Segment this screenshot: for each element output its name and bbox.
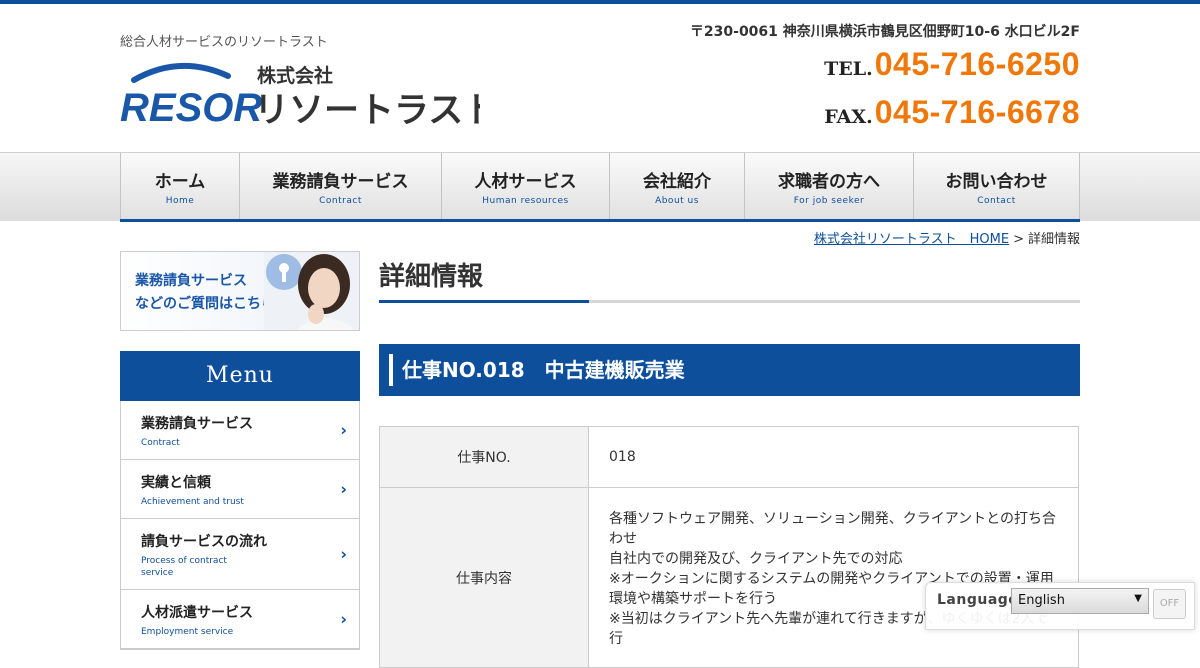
nav-job-seeker[interactable]: 求職者の方へ For job seeker <box>744 153 913 219</box>
nav-label: 人材サービス <box>474 171 577 192</box>
language-label: Language <box>937 592 1019 608</box>
nav-contract[interactable]: 業務請負サービス Contract <box>239 153 441 219</box>
nav-sublabel: For job seeker <box>793 195 865 206</box>
fax-number: FAX. 045-716-6678 <box>824 94 1080 131</box>
breadcrumb-separator: > <box>1013 232 1024 247</box>
nav-contact[interactable]: お問い合わせ Contact <box>913 153 1080 219</box>
company-address: 〒230-0061 神奈川県横浜市鶴見区佃野町10-6 水口ビル2F <box>689 24 1080 40</box>
nav-label: ホーム <box>154 171 206 192</box>
sidebar-item-process[interactable]: 請負サービスの流れ Process of contract service › <box>121 519 359 590</box>
nav-sublabel: Human resources <box>482 195 569 206</box>
translation-off-toggle[interactable]: OFF <box>1153 589 1186 619</box>
chevron-right-icon: › <box>340 544 347 564</box>
sidebar-item-contract[interactable]: 業務請負サービス Contract › <box>121 401 359 460</box>
breadcrumb-home-link[interactable]: 株式会社リソートラスト HOME <box>814 232 1009 247</box>
tel-label: TEL. <box>824 58 873 80</box>
logo-mark-text: RESOR <box>120 86 262 130</box>
breadcrumb: 株式会社リソートラスト HOME > 詳細情報 <box>814 228 1080 247</box>
phone-number[interactable]: TEL. 045-716-6250 <box>824 46 1080 83</box>
table-row: 仕事内容 各種ソフトウェア開発、ソリューション開発、クライアントとの打ち合わせ … <box>379 487 1079 668</box>
table-row: 仕事NO. 018 <box>379 426 1079 488</box>
global-nav-bar: ホーム Home 業務請負サービス Contract 人材サービス Human … <box>0 152 1200 222</box>
sidebar-item-sublabel: Employment service <box>141 627 234 637</box>
sidebar-item-sublabel: Contract <box>141 438 180 448</box>
banner-line1: 業務請負サービス <box>135 273 247 289</box>
job-heading: 仕事NO.018 中古建機販売業 <box>379 344 1080 396</box>
title-underline-accent <box>379 300 589 303</box>
sidebar-item-label: 業務請負サービス <box>141 416 253 432</box>
logo-company-name: リソートラスト <box>254 91 480 130</box>
global-nav: ホーム Home 業務請負サービス Contract 人材サービス Human … <box>120 153 1080 222</box>
title-underline <box>379 300 1080 303</box>
language-select[interactable]: English ▼ <box>1011 588 1149 614</box>
tel-number[interactable]: 045-716-6250 <box>875 46 1080 83</box>
job-heading-bar <box>389 354 393 386</box>
sidebar-item-label: 人材派遣サービス <box>141 605 253 621</box>
sidebar-item-achievement[interactable]: 実績と信頼 Achievement and trust › <box>121 460 359 519</box>
chevron-right-icon: › <box>340 420 347 440</box>
site-tagline: 総合人材サービスのリソートラスト <box>120 35 328 50</box>
chevron-right-icon: › <box>340 479 347 499</box>
job-heading-text: 仕事NO.018 中古建機販売業 <box>402 358 685 382</box>
sidebar-item-sublabel: Achievement and trust <box>141 497 244 507</box>
sidebar-item-sublabel: Process of contract service <box>141 556 227 578</box>
table-label: 仕事内容 <box>379 487 589 668</box>
breadcrumb-current: 詳細情報 <box>1027 232 1080 247</box>
banner-line2: などのご質問はこちら <box>135 296 275 312</box>
logo-company-type: 株式会社 <box>257 64 333 87</box>
fax-label: FAX. <box>824 106 873 128</box>
fax-value: 045-716-6678 <box>874 94 1080 130</box>
sidebar-menu-heading: Menu <box>120 351 360 401</box>
dropdown-arrow-icon: ▼ <box>1134 593 1142 604</box>
nav-sublabel: Contact <box>977 195 1016 206</box>
sidebar-menu: 業務請負サービス Contract › 実績と信頼 Achievement an… <box>120 401 360 650</box>
table-label: 仕事NO. <box>379 426 589 488</box>
woman-thinking-photo <box>264 252 359 330</box>
sidebar-item-label: 請負サービスの流れ <box>141 534 267 550</box>
nav-label: 業務請負サービス <box>272 171 409 192</box>
chevron-right-icon: › <box>340 609 347 629</box>
nav-sublabel: Home <box>165 195 195 206</box>
nav-label: お問い合わせ <box>945 171 1048 192</box>
table-value: 018 <box>588 426 1079 488</box>
contract-faq-banner[interactable]: 業務請負サービス などのご質問はこちら <box>120 251 360 331</box>
job-detail-table: 仕事NO. 018 仕事内容 各種ソフトウェア開発、ソリューション開発、クライア… <box>379 426 1079 668</box>
logo-graphic: RESOR 株式会社 リソートラスト <box>120 62 498 131</box>
nav-human-resources[interactable]: 人材サービス Human resources <box>441 153 609 219</box>
nav-home[interactable]: ホーム Home <box>120 153 239 219</box>
top-accent-bar <box>0 0 1200 4</box>
language-widget: Language English ▼ OFF <box>925 582 1195 630</box>
page-title: 詳細情報 <box>379 262 484 292</box>
job-description-line: 自社内での開発及び、クライアント先での対応 <box>609 551 903 567</box>
nav-label: 会社紹介 <box>643 171 711 192</box>
nav-label: 求職者の方へ <box>778 171 880 192</box>
nav-sublabel: Contract <box>319 195 362 206</box>
sidebar-item-employment[interactable]: 人材派遣サービス Employment service › <box>121 590 359 649</box>
job-description-line: 各種ソフトウェア開発、ソリューション開発、クライアントとの打ち合わせ <box>609 511 1057 547</box>
language-selected-value: English <box>1018 593 1065 608</box>
sidebar-item-label: 実績と信頼 <box>141 475 211 491</box>
nav-about-us[interactable]: 会社紹介 About us <box>609 153 744 219</box>
nav-sublabel: About us <box>655 195 699 206</box>
table-value: 各種ソフトウェア開発、ソリューション開発、クライアントとの打ち合わせ 自社内での… <box>588 487 1079 668</box>
site-logo[interactable]: RESOR 株式会社 リソートラスト <box>120 58 498 131</box>
